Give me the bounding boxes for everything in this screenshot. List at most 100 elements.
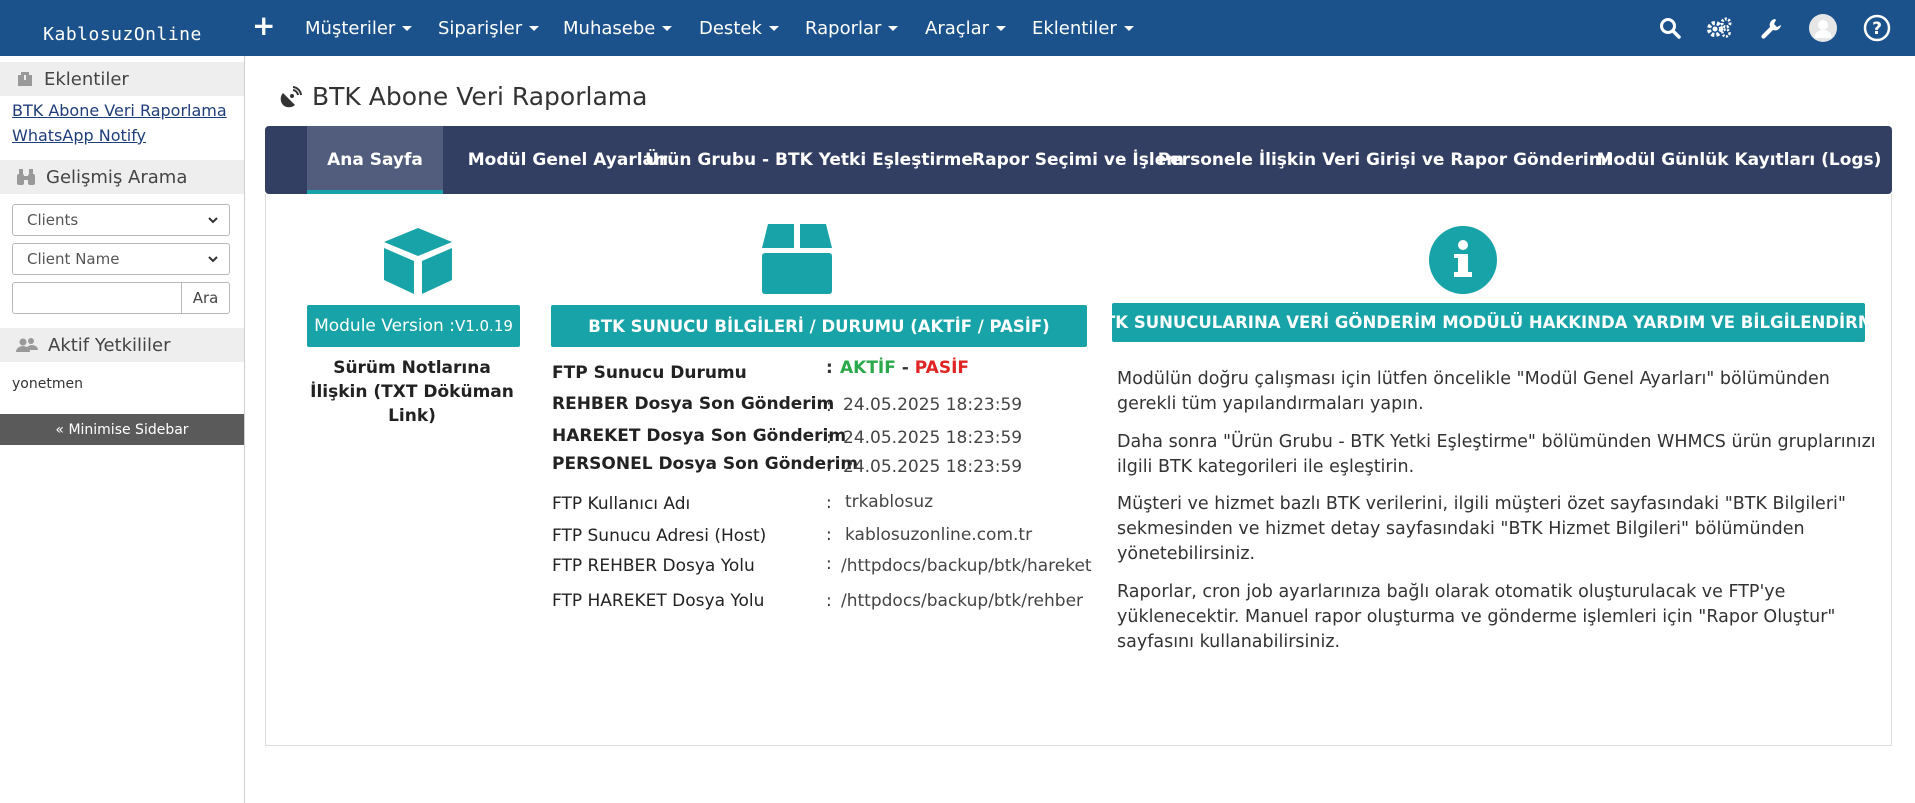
personel-last-sent-value: 24.05.2025 18:23:59 <box>843 457 1023 477</box>
ftp-status-colon: : <box>826 358 833 378</box>
colon: : <box>826 456 832 476</box>
help-paragraph: Daha sonra "Ürün Grubu - BTK Yetki Eşleş… <box>1117 432 1876 477</box>
menu-label: Araçlar <box>925 17 990 39</box>
search-field-select[interactable]: Client Name <box>12 243 230 275</box>
menu-raporlar[interactable]: Raporlar <box>805 0 899 56</box>
rehber-last-sent-value: 24.05.2025 18:23:59 <box>843 395 1023 415</box>
svg-text:?: ? <box>1872 19 1882 39</box>
menu-label: Siparişler <box>438 17 523 39</box>
package-icon <box>18 72 32 86</box>
status-separator: - <box>901 358 909 378</box>
colon: : <box>826 396 832 416</box>
help-icon[interactable]: ? <box>1860 11 1894 45</box>
module-version-label: Module Version : <box>314 316 455 336</box>
tab-rapor-secimi[interactable]: Rapor Seçimi ve İşlem <box>972 126 1184 194</box>
server-info-heading: BTK SUNUCU BİLGİLERİ / DURUMU (AKTİF / P… <box>551 305 1087 347</box>
box-icon <box>762 224 832 294</box>
sidebar-link-btk[interactable]: BTK Abone Veri Raporlama <box>12 101 227 120</box>
menu-label: Destek <box>699 17 762 39</box>
caret-down-icon <box>662 25 673 31</box>
search-icon[interactable] <box>1653 11 1687 45</box>
help-heading: BTK SUNUCULARINA VERİ GÖNDERİM MODÜLÜ HA… <box>1091 303 1886 342</box>
ftp-host-value: kablosuzonline.com.tr <box>845 525 1033 545</box>
wrench-icon[interactable] <box>1754 11 1788 45</box>
menu-label: Muhasebe <box>563 17 656 39</box>
help-paragraph: Müşteri ve hizmet bazlı BTK verilerini, … <box>1117 494 1846 564</box>
ftp-rehber-path-value: /httpdocs/backup/btk/hareket <box>841 556 1092 576</box>
tab-ana-sayfa[interactable]: Ana Sayfa <box>307 126 443 194</box>
release-notes-link[interactable]: Sürüm Notlarına İlişkin (TXT Döküman Lin… <box>307 356 517 428</box>
colon: : <box>826 554 832 574</box>
info-icon <box>1429 226 1497 294</box>
help-paragraph: Raporlar, cron job ayarlarınıza bağlı ol… <box>1117 582 1836 652</box>
colon: : <box>826 591 832 611</box>
minimise-sidebar-button[interactable]: « Minimise Sidebar <box>0 414 244 445</box>
sidebar-addons-header: Eklentiler <box>0 62 244 96</box>
menu-araclar[interactable]: Araçlar <box>925 0 1007 56</box>
tab-personel-veri-girisi[interactable]: Personele İlişkin Veri Girişi ve Rapor G… <box>1158 126 1613 194</box>
sidebar-search-input[interactable] <box>12 282 182 314</box>
sidebar-search-header: Gelişmiş Arama <box>0 160 244 194</box>
binoculars-icon <box>17 169 35 185</box>
menu-label: Raporlar <box>805 17 882 39</box>
colon: : <box>826 428 832 448</box>
menu-label: Eklentiler <box>1032 17 1117 39</box>
sidebar-admins-header: Aktif Yetkililer <box>0 328 244 362</box>
rehber-last-sent-label: REHBER Dosya Son Gönderim <box>552 394 835 414</box>
ftp-hareket-path-label: FTP HAREKET Dosya Yolu <box>552 591 765 611</box>
search-field-value: Client Name <box>27 250 120 268</box>
sidebar-search-title: Gelişmiş Arama <box>46 166 188 188</box>
colon: : <box>826 493 832 513</box>
caret-down-icon <box>996 25 1007 31</box>
status-passive: PASİF <box>914 358 970 378</box>
menu-musteriler[interactable]: Müşteriler <box>305 0 413 56</box>
sidebar-admins-title: Aktif Yetkililer <box>48 334 171 356</box>
help-paragraph: Modülün doğru çalışması için lütfen önce… <box>1117 369 1830 414</box>
ftp-host-label: FTP Sunucu Adresi (Host) <box>552 526 767 546</box>
caret-down-icon <box>1123 25 1134 31</box>
sidebar-addons-title: Eklentiler <box>44 68 129 90</box>
status-active: AKTİF <box>840 358 896 378</box>
menu-label: Müşteriler <box>305 17 396 39</box>
brand-logo[interactable]: KablosuzOnline <box>0 0 245 56</box>
top-navbar: KablosuzOnline + Müşteriler Siparişler M… <box>0 0 1915 56</box>
active-admin-user[interactable]: yonetmen <box>12 376 83 392</box>
page-title: BTK Abone Veri Raporlama <box>280 82 647 111</box>
caret-down-icon <box>402 25 413 31</box>
sidebar-link-whatsapp[interactable]: WhatsApp Notify <box>12 126 146 145</box>
chevron-down-icon <box>208 217 218 224</box>
caret-down-icon <box>529 25 540 31</box>
tab-modul-loglar[interactable]: Modül Günlük Kayıtları (Logs) <box>1597 126 1882 194</box>
tab-modul-genel-ayarlari[interactable]: Modül Genel Ayarları <box>468 126 668 194</box>
caret-down-icon <box>888 25 899 31</box>
caret-down-icon <box>768 25 779 31</box>
add-new-button[interactable]: + <box>252 10 275 42</box>
search-type-select[interactable]: Clients <box>12 204 230 236</box>
ftp-status-value: AKTİF - PASİF <box>840 358 969 378</box>
module-version-value: V1.0.19 <box>454 317 513 335</box>
search-type-value: Clients <box>27 211 79 229</box>
ftp-status-label: FTP Sunucu Durumu <box>552 363 747 383</box>
user-avatar-icon[interactable] <box>1806 11 1840 45</box>
menu-muhasebe[interactable]: Muhasebe <box>563 0 673 56</box>
gears-icon[interactable] <box>1702 11 1736 45</box>
hareket-last-sent-value: 24.05.2025 18:23:59 <box>843 428 1023 448</box>
menu-siparisler[interactable]: Siparişler <box>438 0 540 56</box>
colon: : <box>826 525 832 545</box>
ftp-username-value: trkablosuz <box>845 492 934 512</box>
ftp-rehber-path-label: FTP REHBER Dosya Yolu <box>552 556 755 576</box>
cube-icon <box>384 228 452 294</box>
sidebar-search-button[interactable]: Ara <box>181 282 230 314</box>
page-title-text: BTK Abone Veri Raporlama <box>312 82 648 111</box>
satellite-dish-icon <box>280 85 302 107</box>
tab-urun-grubu-eslestirme[interactable]: Ürün Grubu - BTK Yetki Eşleştirme <box>645 126 973 194</box>
module-tabs: Ana Sayfa Modül Genel Ayarları Ürün Grub… <box>265 126 1892 194</box>
menu-destek[interactable]: Destek <box>699 0 779 56</box>
hareket-last-sent-label: HAREKET Dosya Son Gönderim <box>552 426 847 446</box>
module-version-badge: Module Version : V1.0.19 <box>307 305 520 347</box>
personel-last-sent-label: PERSONEL Dosya Son Gönderim <box>552 454 859 474</box>
users-icon <box>16 338 38 352</box>
ftp-username-label: FTP Kullanıcı Adı <box>552 494 691 514</box>
menu-eklentiler[interactable]: Eklentiler <box>1032 0 1134 56</box>
chevron-down-icon <box>208 256 218 263</box>
